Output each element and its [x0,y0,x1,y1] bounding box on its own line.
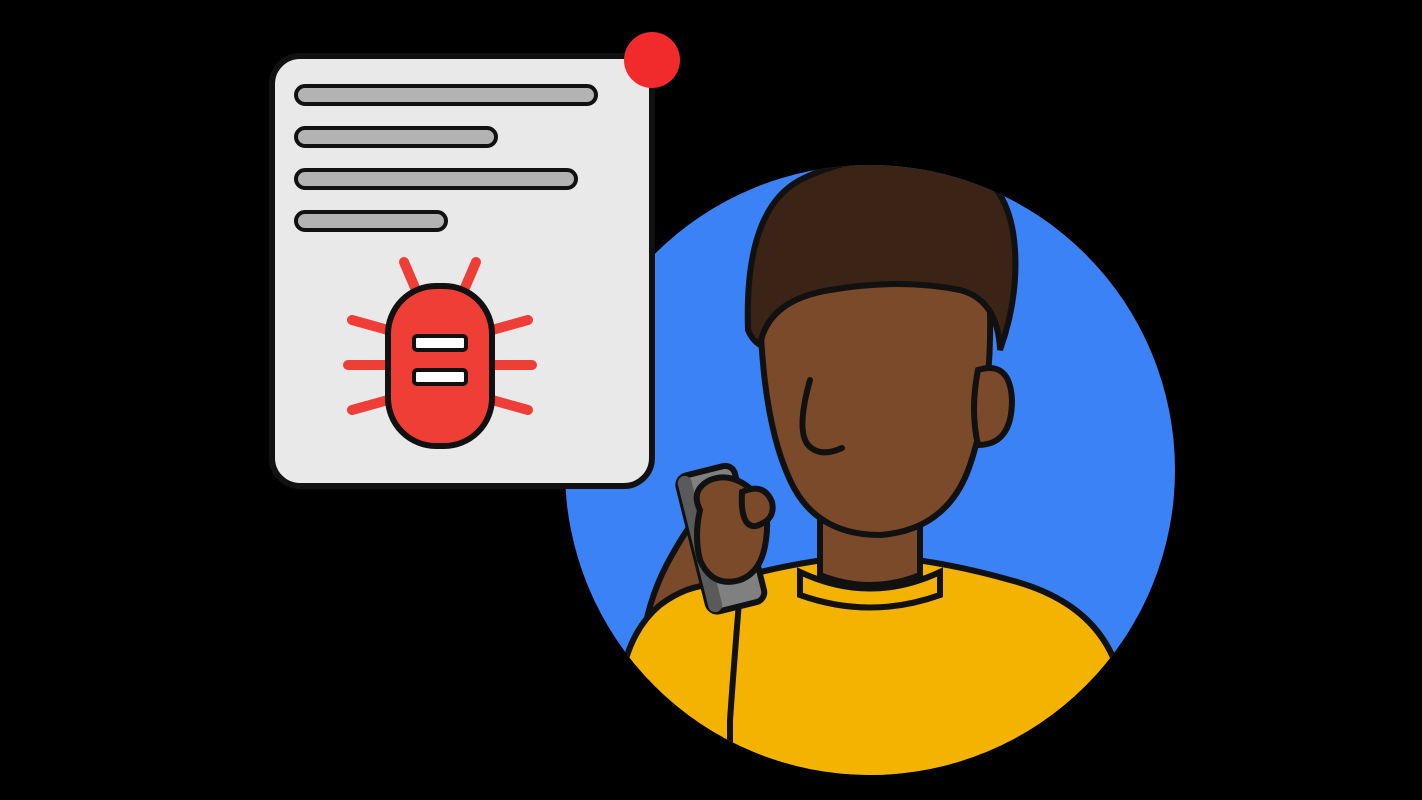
thumb [742,489,773,526]
notification-dot-icon [624,32,680,88]
text-line [296,86,596,104]
notification-card [272,32,680,486]
ear [974,368,1012,445]
text-line [296,128,496,146]
illustration-stage [0,0,1422,800]
illustration-svg [0,0,1422,800]
text-line [296,212,446,230]
text-line [296,170,576,188]
